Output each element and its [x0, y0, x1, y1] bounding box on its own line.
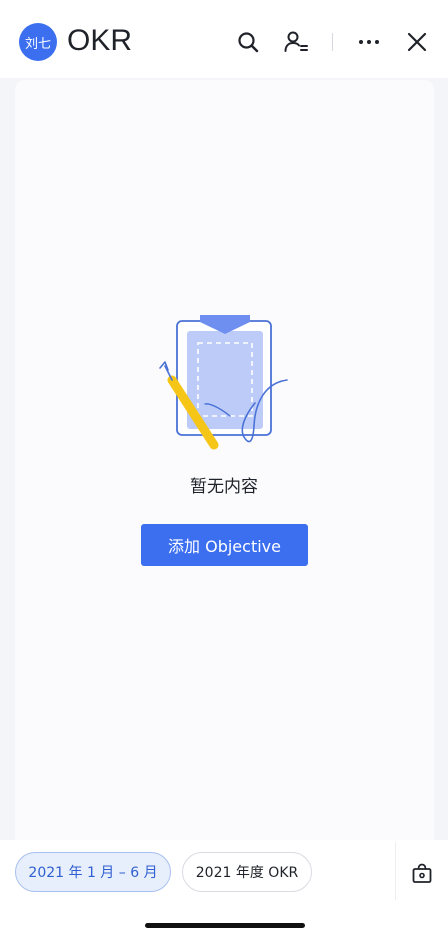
top-bar: 刘七 OKR	[0, 0, 448, 78]
user-list-icon[interactable]	[281, 27, 311, 57]
close-icon[interactable]	[402, 27, 432, 57]
empty-clipboard-illustration	[155, 308, 295, 458]
avatar[interactable]: 刘七	[19, 23, 57, 61]
bag-icon[interactable]	[408, 859, 436, 887]
period-tab-annual[interactable]: 2021 年度 OKR	[182, 852, 312, 892]
add-objective-button[interactable]: 添加 Objective	[141, 524, 308, 566]
period-tab-active[interactable]: 2021 年 1 月 – 6 月	[15, 852, 171, 892]
empty-state-message: 暂无内容	[190, 477, 258, 497]
more-icon[interactable]	[354, 27, 384, 57]
home-indicator	[145, 923, 305, 928]
bottom-divider	[395, 842, 396, 900]
header-divider	[332, 33, 333, 51]
search-icon[interactable]	[233, 27, 263, 57]
page-title: OKR	[67, 24, 133, 57]
